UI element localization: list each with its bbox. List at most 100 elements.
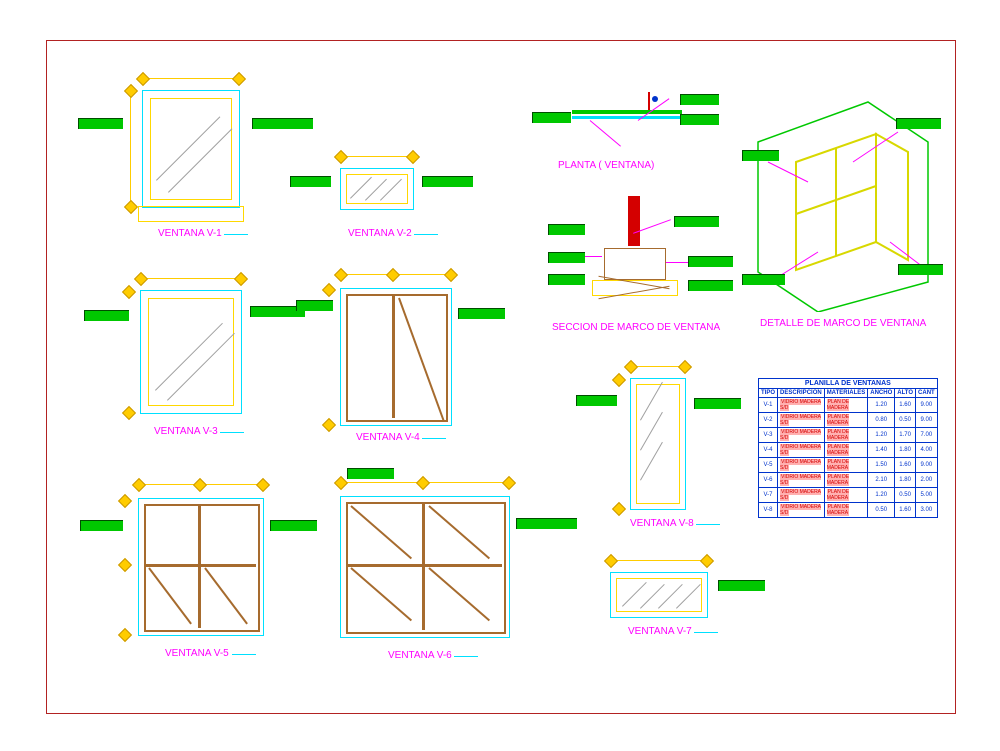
v6-vmull bbox=[422, 504, 425, 630]
v1-dim-v bbox=[130, 90, 131, 206]
drawing-sheet: VENTANA V-1 VENTANA V-2 VENTANA V-3 VENT… bbox=[0, 0, 1000, 751]
table-cell: PLAN DE MADERA bbox=[824, 473, 868, 488]
label bbox=[80, 520, 123, 531]
title-v4: VENTANA V-4 bbox=[356, 432, 420, 443]
table-row: V-8VIDRIO MADERA S/DPLAN DE MADERA0.501.… bbox=[759, 503, 938, 518]
table-cell: VIDRIO MADERA S/D bbox=[778, 413, 825, 428]
v4-mullion bbox=[392, 296, 395, 418]
table-cell: V-8 bbox=[759, 503, 778, 518]
table-cell: PLAN DE MADERA bbox=[824, 398, 868, 413]
label bbox=[252, 118, 313, 129]
table-cell: 1.40 bbox=[868, 443, 895, 458]
table-cell: 2.00 bbox=[916, 473, 938, 488]
v3-inner bbox=[148, 298, 234, 406]
table-cell: 1.60 bbox=[895, 398, 916, 413]
label bbox=[674, 216, 719, 227]
title-planta: PLANTA ( VENTANA) bbox=[558, 160, 654, 171]
label bbox=[718, 580, 765, 591]
table-cell: PLAN DE MADERA bbox=[824, 413, 868, 428]
v6-hmull bbox=[348, 564, 502, 567]
planta-detail bbox=[530, 92, 700, 162]
label bbox=[270, 520, 317, 531]
table-cell: PLAN DE MADERA bbox=[824, 443, 868, 458]
v4-frame bbox=[346, 294, 448, 422]
table-cell: 0.50 bbox=[895, 488, 916, 503]
table-cell: 0.50 bbox=[868, 503, 895, 518]
title-v1: VENTANA V-1 bbox=[158, 228, 222, 239]
table-cell: VIDRIO MADERA S/D bbox=[778, 458, 825, 473]
table-cell: VIDRIO MADERA S/D bbox=[778, 503, 825, 518]
table-cell: PLAN DE MADERA bbox=[824, 458, 868, 473]
table-cell: 1.20 bbox=[868, 488, 895, 503]
underline bbox=[694, 632, 718, 633]
marco bbox=[604, 248, 666, 280]
table-row: V-5VIDRIO MADERA S/DPLAN DE MADERA1.501.… bbox=[759, 458, 938, 473]
table-cell: 4.00 bbox=[916, 443, 938, 458]
underline bbox=[232, 654, 256, 655]
table-cell: PLAN DE MADERA bbox=[824, 428, 868, 443]
leader bbox=[590, 120, 621, 146]
label bbox=[548, 252, 585, 263]
underline bbox=[224, 234, 248, 235]
v7-dim-h bbox=[610, 560, 706, 561]
label bbox=[694, 398, 741, 409]
label bbox=[896, 118, 941, 129]
table-cell: 9.00 bbox=[916, 413, 938, 428]
label bbox=[290, 176, 331, 187]
seccion-detail bbox=[548, 196, 718, 326]
table-title: PLANILLA DE VENTANAS bbox=[759, 379, 938, 389]
title-v6: VENTANA V-6 bbox=[388, 650, 452, 661]
table-cell: 1.60 bbox=[895, 503, 916, 518]
title-v7: VENTANA V-7 bbox=[628, 626, 692, 637]
table-cell: 9.00 bbox=[916, 458, 938, 473]
title-v2: VENTANA V-2 bbox=[348, 228, 412, 239]
table-cell: V-6 bbox=[759, 473, 778, 488]
label bbox=[576, 395, 617, 406]
table-cell: 1.50 bbox=[868, 458, 895, 473]
table-cell: V-1 bbox=[759, 398, 778, 413]
table-cell: VIDRIO MADERA S/D bbox=[778, 398, 825, 413]
title-detalle: DETALLE DE MARCO DE VENTANA bbox=[760, 318, 926, 329]
v2-dim-h bbox=[340, 156, 412, 157]
underline bbox=[422, 438, 446, 439]
table-row: V-6VIDRIO MADERA S/DPLAN DE MADERA2.101.… bbox=[759, 473, 938, 488]
label bbox=[680, 94, 719, 105]
label bbox=[548, 224, 585, 235]
underline bbox=[414, 234, 438, 235]
label bbox=[688, 256, 733, 267]
label bbox=[548, 274, 585, 285]
table-cell: V-4 bbox=[759, 443, 778, 458]
table-cell: 1.20 bbox=[868, 428, 895, 443]
title-seccion: SECCION DE MARCO DE VENTANA bbox=[552, 322, 720, 333]
table-cell: 1.60 bbox=[895, 458, 916, 473]
table-cell: 1.20 bbox=[868, 398, 895, 413]
table-row: V-1VIDRIO MADERA S/DPLAN DE MADERA1.201.… bbox=[759, 398, 938, 413]
table-cell: VIDRIO MADERA S/D bbox=[778, 473, 825, 488]
table-cell: 3.00 bbox=[916, 503, 938, 518]
table-cell: V-2 bbox=[759, 413, 778, 428]
table-cell: VIDRIO MADERA S/D bbox=[778, 488, 825, 503]
table-row: V-3VIDRIO MADERA S/DPLAN DE MADERA1.201.… bbox=[759, 428, 938, 443]
table-cell: 0.50 bbox=[895, 413, 916, 428]
table-cell: 1.70 bbox=[895, 428, 916, 443]
table-cell: V-3 bbox=[759, 428, 778, 443]
underline bbox=[220, 432, 244, 433]
label bbox=[532, 112, 571, 123]
title-v3: VENTANA V-3 bbox=[154, 426, 218, 437]
table-cell: V-5 bbox=[759, 458, 778, 473]
underline bbox=[696, 524, 720, 525]
table-cell: 0.80 bbox=[868, 413, 895, 428]
table-header-row: TIPODESCRIPCIONMATERIALESANCHOALTOCANT bbox=[759, 389, 938, 398]
label bbox=[516, 518, 577, 529]
label bbox=[347, 468, 394, 479]
v1-dim-h bbox=[142, 78, 238, 79]
underline bbox=[454, 656, 478, 657]
table-row: V-4VIDRIO MADERA S/DPLAN DE MADERA1.401.… bbox=[759, 443, 938, 458]
table-cell: VIDRIO MADERA S/D bbox=[778, 443, 825, 458]
label bbox=[742, 274, 785, 285]
table-cell: PLAN DE MADERA bbox=[824, 488, 868, 503]
table-cell: V-7 bbox=[759, 488, 778, 503]
v1-sill bbox=[138, 206, 244, 222]
v1-inner bbox=[150, 98, 232, 200]
v3-dim-h bbox=[140, 278, 240, 279]
